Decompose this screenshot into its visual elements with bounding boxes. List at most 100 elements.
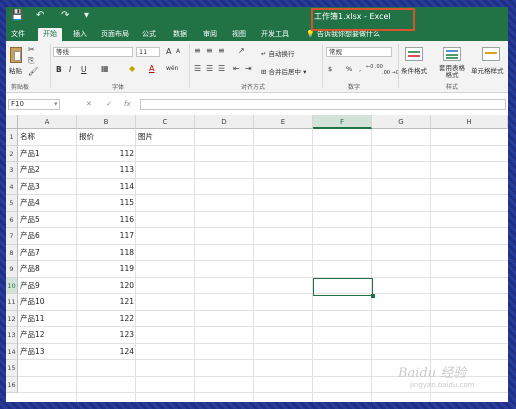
row-header[interactable]: 3 [6, 162, 18, 179]
insert-function-button[interactable]: fx [124, 100, 131, 108]
cell-c[interactable] [138, 179, 193, 196]
column-header-d[interactable]: D [195, 115, 254, 129]
font-size-select[interactable]: 11 [136, 47, 160, 57]
row-header[interactable]: 4 [6, 178, 18, 195]
cell-b[interactable]: 122 [79, 311, 134, 328]
cut-icon[interactable]: ✂ [28, 45, 35, 55]
formula-input[interactable] [140, 99, 506, 110]
row-header[interactable]: 12 [6, 310, 18, 327]
select-all-corner[interactable] [6, 115, 18, 129]
phonetic-icon[interactable]: wén [166, 65, 178, 72]
row-header[interactable]: 1 [6, 129, 18, 146]
decrease-indent-icon[interactable]: ⇤ [233, 64, 240, 74]
row-header[interactable]: 10 [6, 277, 18, 294]
row-header[interactable]: 13 [6, 327, 18, 344]
cell-c[interactable]: 图片 [138, 129, 193, 146]
format-painter-icon[interactable]: 🖌 [28, 67, 38, 77]
tab-insert[interactable]: 插入 [69, 28, 91, 41]
cancel-icon[interactable]: ✕ [86, 100, 92, 108]
active-cell-f10[interactable] [313, 278, 375, 297]
tab-review[interactable]: 审阅 [199, 28, 221, 41]
decrease-decimal-button[interactable]: .00 →0 [382, 70, 399, 76]
cell-a[interactable]: 产品6 [20, 228, 75, 245]
cell-a[interactable]: 产品3 [20, 179, 75, 196]
cell-b[interactable]: 115 [79, 195, 134, 212]
cell-c[interactable] [138, 146, 193, 163]
row-header[interactable]: 15 [6, 360, 18, 377]
save-icon[interactable]: 💾 [11, 10, 23, 21]
tab-formulas[interactable]: 公式 [138, 28, 160, 41]
underline-button[interactable]: U [81, 65, 87, 74]
row-header[interactable]: 16 [6, 376, 18, 393]
fill-color-icon[interactable]: ◆ [129, 64, 135, 74]
enter-icon[interactable]: ✓ [106, 100, 112, 108]
cell-b[interactable]: 报价 [79, 129, 134, 146]
cell-b[interactable]: 121 [79, 294, 134, 311]
format-as-table-label[interactable]: 套用表格格式 [436, 65, 468, 79]
cell-styles-icon[interactable] [482, 47, 500, 61]
increase-decimal-button[interactable]: ←0 .00 [366, 64, 383, 70]
cell-c[interactable] [138, 212, 193, 229]
paste-label[interactable]: 粘贴 [9, 65, 22, 75]
tab-developer[interactable]: 开发工具 [258, 28, 292, 41]
align-right-icon[interactable]: ☰ [218, 64, 225, 74]
customize-qat-icon[interactable]: ▾ [84, 10, 89, 21]
cell-c[interactable] [138, 278, 193, 295]
currency-button[interactable]: $ [328, 65, 332, 73]
column-header-c[interactable]: C [136, 115, 195, 129]
cell-styles-label[interactable]: 单元格样式 [471, 65, 504, 75]
paste-icon[interactable] [10, 47, 22, 63]
cell-b[interactable]: 113 [79, 162, 134, 179]
font-name-select[interactable]: 等线 [53, 47, 133, 57]
column-header-f[interactable]: F [313, 115, 372, 129]
number-format-select[interactable]: 常规 [326, 47, 392, 57]
tab-view[interactable]: 视图 [228, 28, 250, 41]
row-header[interactable]: 6 [6, 211, 18, 228]
cell-b[interactable]: 120 [79, 278, 134, 295]
row-header[interactable]: 14 [6, 343, 18, 360]
percent-button[interactable]: % [346, 65, 352, 73]
row-header[interactable]: 5 [6, 195, 18, 212]
cell-b[interactable]: 118 [79, 245, 134, 262]
cell-c[interactable] [138, 228, 193, 245]
cell-a[interactable]: 产品5 [20, 212, 75, 229]
name-box[interactable]: F10 [8, 99, 60, 110]
tab-file[interactable]: 文件 [8, 28, 28, 41]
cell-b[interactable]: 116 [79, 212, 134, 229]
column-header-e[interactable]: E [254, 115, 313, 129]
name-box-dropdown-icon[interactable]: ▾ [54, 100, 58, 108]
cell-a[interactable]: 产品4 [20, 195, 75, 212]
cell-c[interactable] [138, 377, 193, 394]
column-header-g[interactable]: G [372, 115, 431, 129]
align-center-icon[interactable]: ☰ [206, 64, 213, 74]
cell-b[interactable] [79, 360, 134, 377]
bold-button[interactable]: B [56, 65, 62, 74]
shrink-font-icon[interactable]: A [176, 48, 180, 55]
borders-icon[interactable]: ▦ [101, 64, 109, 74]
row-header[interactable]: 8 [6, 244, 18, 261]
tab-page-layout[interactable]: 页面布局 [98, 28, 132, 41]
align-bottom-icon[interactable]: ≡ [218, 46, 225, 56]
cell-b[interactable]: 119 [79, 261, 134, 278]
cell-b[interactable]: 114 [79, 179, 134, 196]
comma-button[interactable]: , [359, 65, 361, 73]
conditional-format-icon[interactable] [405, 47, 423, 61]
wrap-text-button[interactable]: ↵ 自动换行 [261, 48, 295, 58]
cell-a[interactable] [20, 360, 75, 377]
row-header[interactable]: 9 [6, 261, 18, 278]
cell-c[interactable] [138, 245, 193, 262]
cell-b[interactable]: 112 [79, 146, 134, 163]
cell-c[interactable] [138, 360, 193, 377]
row-header[interactable]: 7 [6, 228, 18, 245]
cell-a[interactable]: 产品13 [20, 344, 75, 361]
tab-data[interactable]: 数据 [169, 28, 191, 41]
cell-a[interactable]: 产品10 [20, 294, 75, 311]
cell-a[interactable]: 产品7 [20, 245, 75, 262]
cell-c[interactable] [138, 294, 193, 311]
cell-a[interactable]: 产品8 [20, 261, 75, 278]
cell-b[interactable]: 124 [79, 344, 134, 361]
cell-c[interactable] [138, 261, 193, 278]
cell-a[interactable]: 产品1 [20, 146, 75, 163]
cell-c[interactable] [138, 162, 193, 179]
tab-home[interactable]: 开始 [38, 28, 62, 41]
